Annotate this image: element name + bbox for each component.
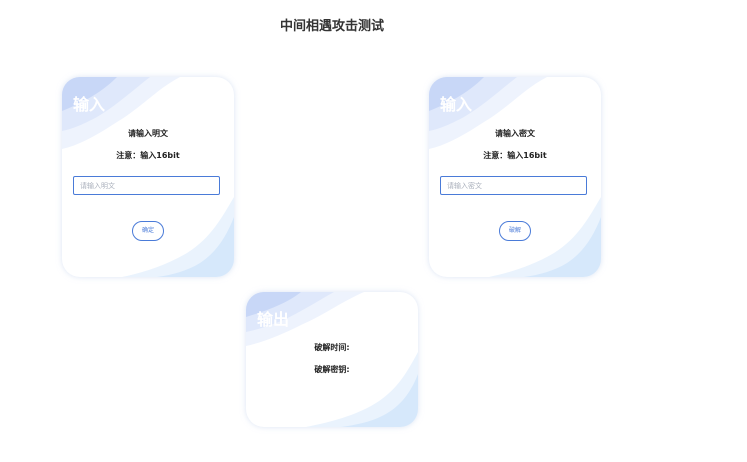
crack-time-label: 破解时间:: [314, 343, 350, 352]
input-note: 注意：输入16bit: [483, 151, 547, 160]
plaintext-input[interactable]: [73, 176, 220, 195]
ciphertext-prompt: 请输入密文: [495, 129, 535, 138]
output-card: 输出 破解时间: 破解密钥:: [246, 292, 418, 427]
confirm-button[interactable]: 确定: [132, 221, 164, 241]
input-note: 注意：输入16bit: [116, 151, 180, 160]
ciphertext-input[interactable]: [440, 176, 587, 195]
card-heading: 输入: [440, 95, 473, 114]
ciphertext-input-card: 输入 请输入密文 注意：输入16bit 破解: [429, 77, 601, 277]
crack-button[interactable]: 破解: [499, 221, 531, 241]
card-heading: 输出: [257, 310, 290, 329]
plaintext-input-card: 输入 请输入明文 注意：输入16bit 确定: [62, 77, 234, 277]
crack-key-label: 破解密钥:: [314, 365, 350, 374]
page-title: 中间相遇攻击测试: [279, 19, 384, 34]
plaintext-prompt: 请输入明文: [128, 129, 168, 138]
card-heading: 输入: [73, 95, 106, 114]
